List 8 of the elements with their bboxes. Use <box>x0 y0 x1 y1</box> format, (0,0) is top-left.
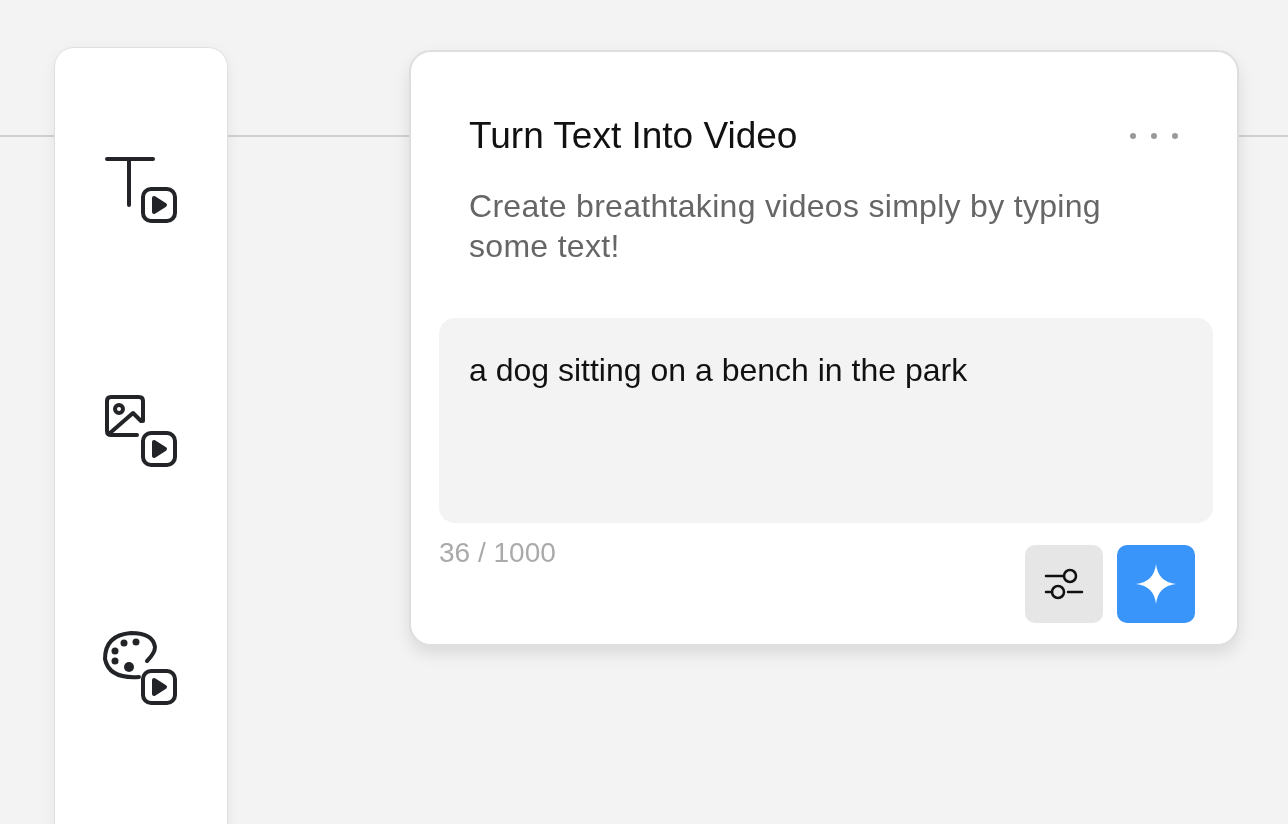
settings-button[interactable] <box>1025 545 1103 623</box>
prompt-field[interactable]: a dog sitting on a bench in the park <box>439 318 1213 523</box>
sparkle-icon <box>1136 564 1176 604</box>
generate-button[interactable] <box>1117 545 1195 623</box>
card-description: Create breathtaking videos simply by typing some text! <box>469 187 1102 266</box>
character-counter: 36 / 1000 <box>439 537 556 569</box>
more-icon <box>1129 132 1179 140</box>
card-title: Turn Text Into Video <box>469 114 798 158</box>
